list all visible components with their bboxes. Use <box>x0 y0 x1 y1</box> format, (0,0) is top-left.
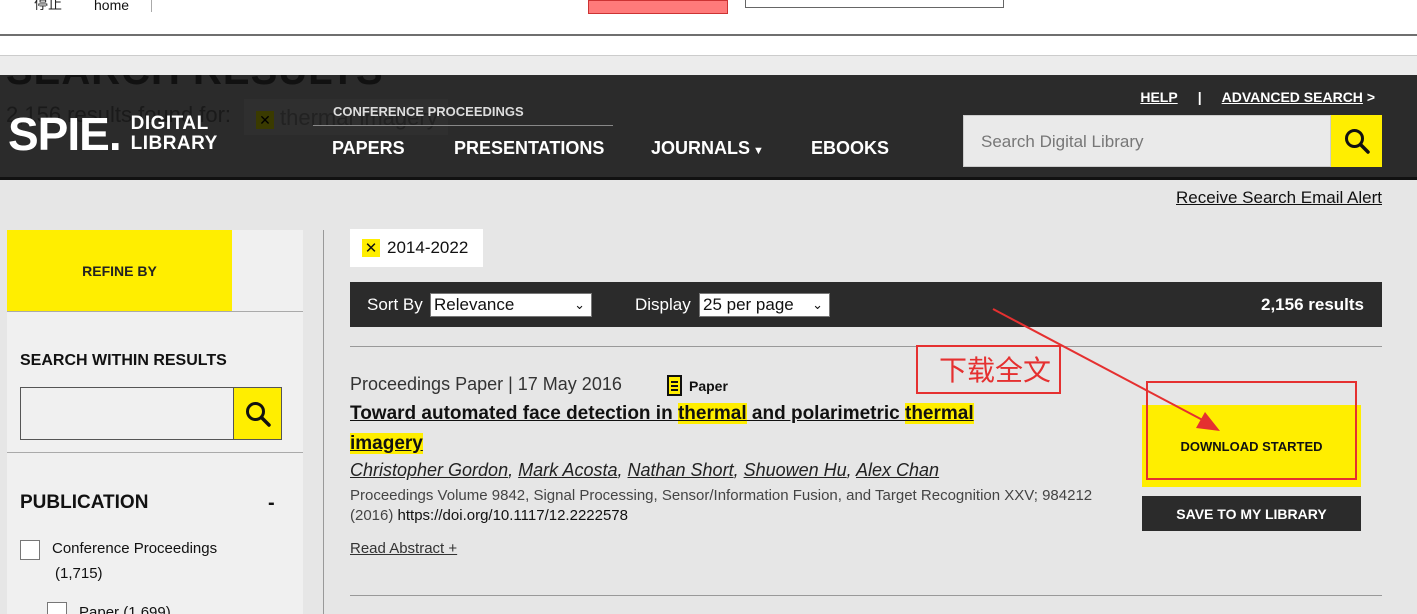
paper-type-label: Paper <box>689 377 728 394</box>
read-abstract-link[interactable]: Read Abstract + <box>350 540 457 557</box>
search-input[interactable]: Search Digital Library <box>963 115 1331 167</box>
result-title-link[interactable]: Toward automated face detection in therm… <box>350 399 1090 459</box>
nav-ebooks[interactable]: EBOOKS <box>811 138 889 159</box>
nav-presentations[interactable]: PRESENTATIONS <box>454 138 604 159</box>
advanced-arrow: > <box>1366 89 1375 105</box>
filter-conference-proceedings[interactable]: Conference Proceedings (1,715) <box>52 536 217 586</box>
sort-label: Sort By <box>367 295 423 314</box>
logo-line2: LIBRARY <box>130 133 218 154</box>
result-meta: Proceedings Paper | 17 May 2016 <box>350 374 622 394</box>
refine-sidebar: REFINE BY SEARCH WITHIN RESULTS PUBLICAT… <box>7 230 303 614</box>
sort-select[interactable]: Relevance ⌄ <box>430 293 592 317</box>
date-filter-label: 2014-2022 <box>387 238 469 257</box>
filter-count: (1,715) <box>55 565 103 582</box>
display-value: 25 per page <box>703 295 794 314</box>
collapse-toggle[interactable]: - <box>268 492 275 515</box>
annotation-box-download <box>1146 381 1357 480</box>
chevron-down-icon: ⌄ <box>574 297 585 312</box>
results-divider <box>350 346 1382 347</box>
author-list: Christopher Gordon, Mark Acosta, Nathan … <box>350 460 940 480</box>
annotation-note: 下载全文 <box>916 345 1061 394</box>
title-highlight: thermal <box>905 403 974 424</box>
publication-info: Proceedings Volume 9842, Signal Processi… <box>350 486 1110 526</box>
advanced-search-link[interactable]: ADVANCED SEARCH <box>1222 89 1363 105</box>
author-link[interactable]: Nathan Short <box>628 460 734 480</box>
title-highlight: imagery <box>350 433 423 454</box>
ghost-page-title: SEARCH RESULTS <box>6 75 384 94</box>
author-link[interactable]: Alex Chan <box>856 460 939 480</box>
header-links: HELP | ADVANCED SEARCH > <box>1140 89 1375 105</box>
search-within-button[interactable] <box>234 387 282 440</box>
search-button[interactable] <box>1331 115 1382 167</box>
remove-filter-icon[interactable]: ✕ <box>362 239 380 257</box>
sidebar-divider <box>7 311 303 312</box>
results-count: 2,156 results <box>1260 295 1364 314</box>
column-divider <box>323 230 324 614</box>
email-alert-link[interactable]: Receive Search Email Alert <box>1176 188 1382 208</box>
toolbar-divider <box>151 0 152 12</box>
filter-checkbox[interactable] <box>20 540 40 560</box>
display-label: Display <box>635 295 691 314</box>
conference-underline <box>313 125 613 126</box>
search-within-title: SEARCH WITHIN RESULTS <box>20 352 227 369</box>
paper-type-badge: Paper <box>667 375 728 396</box>
author-link[interactable]: Mark Acosta <box>518 460 617 480</box>
results-divider <box>350 595 1382 596</box>
filter-checkbox[interactable] <box>47 602 67 614</box>
search-within-input[interactable] <box>20 387 234 440</box>
document-icon <box>667 375 682 396</box>
filter-paper[interactable]: Paper (1,699) <box>79 600 171 614</box>
spie-logo[interactable]: SPIE. DIGITAL LIBRARY <box>8 111 218 157</box>
browser-strip <box>0 36 1417 56</box>
chevron-down-icon: ▼ <box>753 145 764 157</box>
search-icon <box>245 401 271 427</box>
red-toolbar-button[interactable] <box>588 0 728 14</box>
help-link[interactable]: HELP <box>1140 89 1177 105</box>
sidebar-divider <box>7 452 303 453</box>
toolbar-input[interactable] <box>745 0 1004 8</box>
nav-papers[interactable]: PAPERS <box>332 138 405 159</box>
date-filter-chip[interactable]: ✕ 2014-2022 <box>350 229 483 267</box>
conference-proceedings-label: CONFERENCE PROCEEDINGS <box>333 104 524 119</box>
chevron-down-icon: ⌄ <box>812 297 823 312</box>
logo-main: SPIE. <box>8 108 122 160</box>
title-text: and polarimetric <box>746 403 905 424</box>
author-link[interactable]: Christopher Gordon <box>350 460 508 480</box>
logo-sub: DIGITAL LIBRARY <box>131 114 218 154</box>
publication-heading: PUBLICATION <box>20 492 149 513</box>
doi-link[interactable]: https://doi.org/10.1117/12.2222578 <box>398 507 628 524</box>
author-link[interactable]: Shuowen Hu <box>744 460 847 480</box>
nav-journals-label: JOURNALS <box>651 138 751 158</box>
browser-toolbar: 停止 home <box>0 0 1417 36</box>
refine-by-tab[interactable]: REFINE BY <box>7 230 232 311</box>
home-button[interactable]: home <box>94 0 129 13</box>
nav-journals[interactable]: JOURNALS ▼ <box>651 138 764 159</box>
filter-label: Conference Proceedings <box>52 540 218 557</box>
logo-line1: DIGITAL <box>130 113 209 134</box>
stop-button[interactable]: 停止 <box>34 0 62 14</box>
link-separator: | <box>1197 89 1202 105</box>
sort-bar: Sort By Relevance ⌄ Display 25 per page … <box>350 282 1382 327</box>
site-header: SEARCH RESULTS 2,156 results found for: … <box>0 75 1417 180</box>
sort-value: Relevance <box>434 295 515 314</box>
title-highlight: thermal <box>677 403 747 424</box>
save-to-library-button[interactable]: SAVE TO MY LIBRARY <box>1142 496 1361 531</box>
page-top-gap <box>0 56 1417 75</box>
search-icon <box>1344 129 1370 154</box>
display-select[interactable]: 25 per page ⌄ <box>699 293 830 317</box>
title-text: Toward automated face detection in <box>350 403 678 424</box>
